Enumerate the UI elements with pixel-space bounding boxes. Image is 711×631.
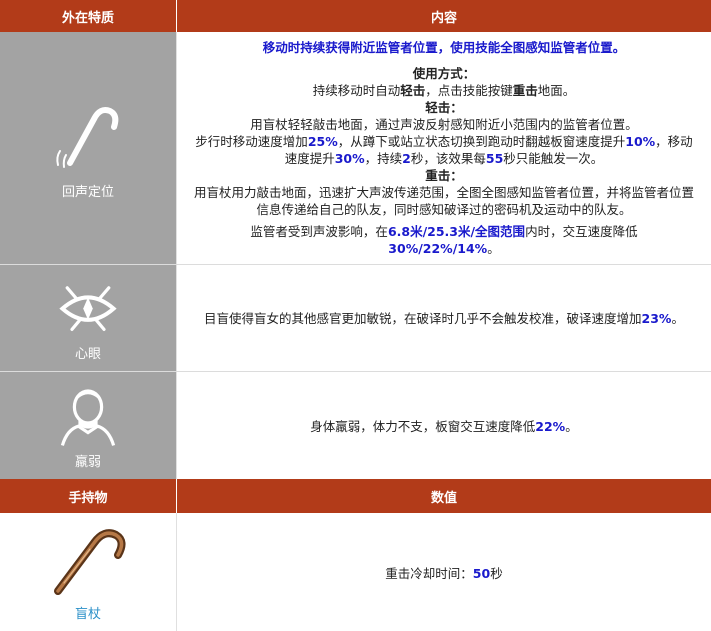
usage-title: 使用方式： — [412, 66, 476, 81]
table-header-item: 手持物 数值 — [0, 479, 711, 513]
cane-hook-icon — [56, 106, 119, 168]
walking-cane-icon — [54, 528, 126, 595]
trait-description: 目盲使得盲女的其他感官更加敏锐，在破译时几乎不会触发校准，破译速度增加23%。 — [177, 265, 711, 372]
trait-name: 心眼 — [74, 347, 101, 362]
light-tap-effects: 步行时移动速度增加25%，从蹲下或站立状态切换到跑动时翻越板窗速度提升10%，移… — [195, 134, 693, 166]
trait-name: 羸弱 — [74, 454, 101, 470]
item-value: 重击冷却时间：50秒 — [177, 513, 711, 631]
trait-description: 身体羸弱，体力不支，板窗交互速度降低22%。 — [177, 372, 711, 480]
trait-description: 移动时持续获得附近监管者位置，使用技能全图感知监管者位置。 使用方式： 持续移动… — [177, 32, 711, 264]
frail-figure-icon — [60, 388, 116, 446]
light-tap-line: 用盲杖轻轻敲击地面，通过声波反射感知附近小范围内的监管者位置。 — [250, 117, 638, 132]
trait-name: 回声定位 — [61, 184, 114, 200]
trait-row-frail: 羸弱 身体羸弱，体力不支，板窗交互速度降低22%。 — [0, 371, 711, 480]
item-cell-cane: 盲杖 — [0, 513, 177, 631]
item-name-link[interactable]: 盲杖 — [75, 603, 101, 622]
table-header-traits: 外在特质 内容 — [0, 0, 711, 32]
heavy-tap-title: 重击： — [425, 168, 463, 183]
item-row-cane: 盲杖 重击冷却时间：50秒 — [0, 513, 711, 631]
light-tap-title: 轻击： — [425, 100, 463, 115]
usage-text: 持续移动时自动轻击，点击技能按键重击地面。 — [312, 83, 576, 98]
trait-cell-minds-eye: 心眼 — [0, 265, 177, 372]
trait-text: 身体羸弱，体力不支，板窗交互速度降低22%。 — [310, 418, 578, 434]
trait-cell-frail: 羸弱 — [0, 372, 177, 480]
cooldown-text: 重击冷却时间：50秒 — [385, 565, 503, 581]
character-traits-table: 外在特质 内容 回声定位 移动时持续获得附近监管者位置，使用技能全图感知监管者位… — [0, 0, 711, 631]
trait-text: 目盲使得盲女的其他感官更加敏锐，在破译时几乎不会触发校准，破译速度增加23%。 — [204, 311, 684, 326]
hunter-effect: 监管者受到声波影响，在6.8米/25.3米/全图范围内时，交互速度降低 30%/2… — [250, 224, 638, 256]
header-col-trait: 外在特质 — [0, 0, 177, 32]
trait-summary: 移动时持续获得附近监管者位置，使用技能全图感知监管者位置。 — [262, 40, 626, 55]
trait-row-echolocation: 回声定位 移动时持续获得附近监管者位置，使用技能全图感知监管者位置。 使用方式：… — [0, 32, 711, 264]
header-col-value: 数值 — [430, 490, 457, 506]
header-col-content: 内容 — [430, 10, 457, 26]
trait-row-minds-eye: 心眼 目盲使得盲女的其他感官更加敏锐，在破译时几乎不会触发校准，破译速度增加23… — [0, 264, 711, 372]
heavy-tap-line: 用盲杖用力敲击地面，迅速扩大声波传递范围，全图全图感知监管者位置，并将监管者位置… — [193, 185, 694, 217]
header-col-item: 手持物 — [0, 479, 177, 513]
mind-eye-icon — [59, 286, 117, 331]
trait-cell-echolocation: 回声定位 — [0, 32, 177, 264]
